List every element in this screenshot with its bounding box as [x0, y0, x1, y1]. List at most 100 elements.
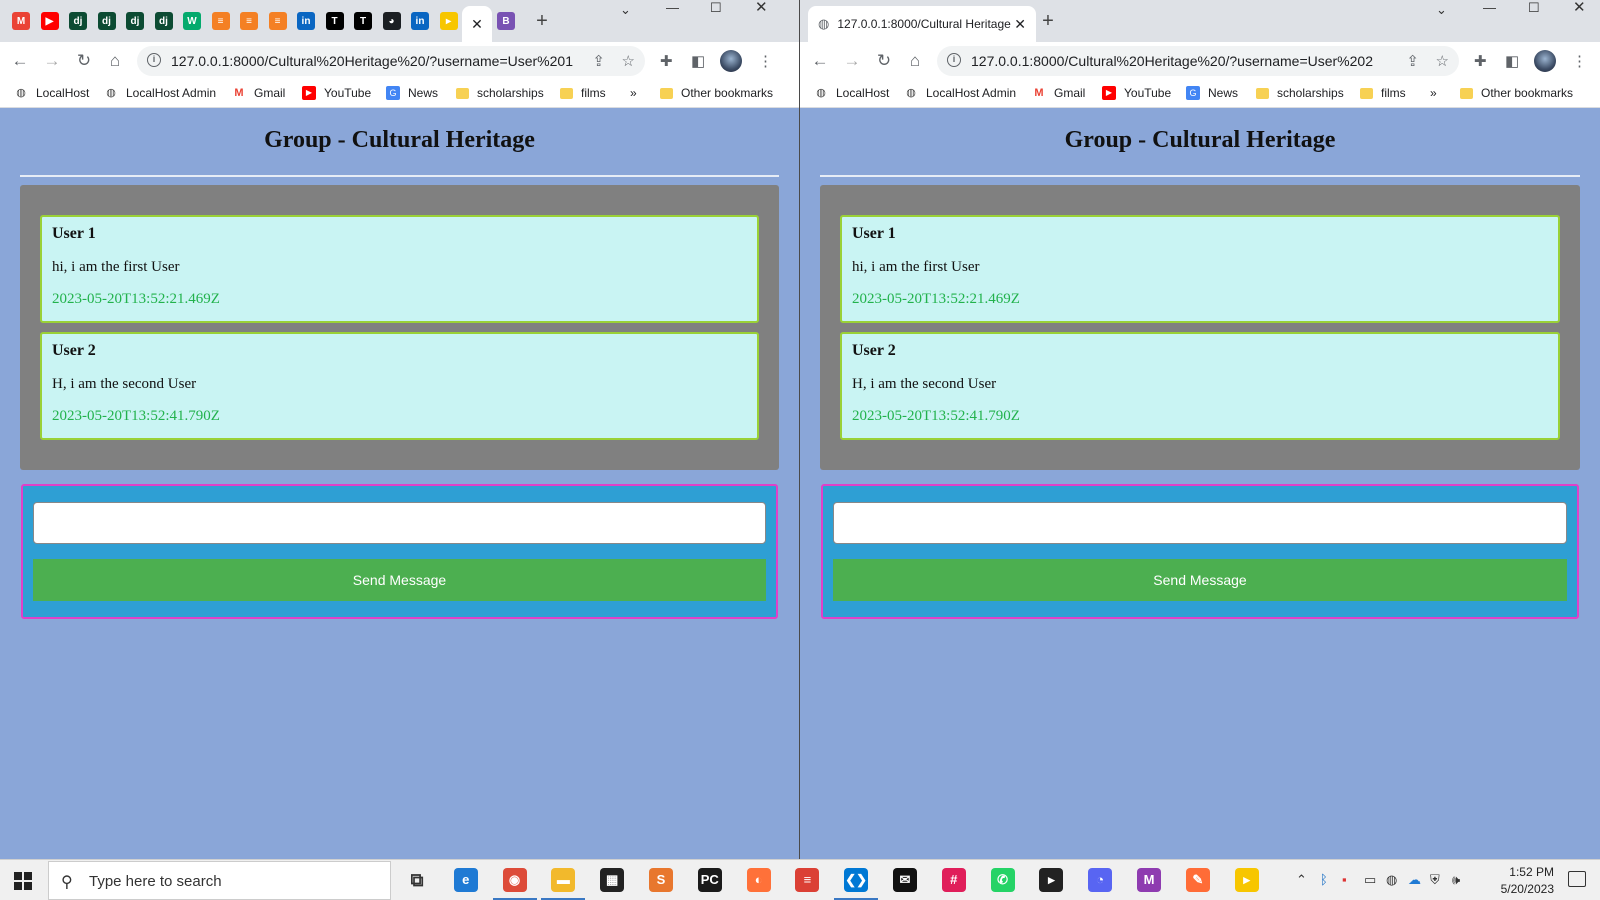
tab-search-icon[interactable]: ⌄	[1436, 2, 1447, 18]
menu-icon[interactable]: ⋮	[1572, 52, 1587, 70]
bookmark-item[interactable]: scholarships	[1256, 86, 1344, 100]
show-hidden-icons-icon[interactable]: ⌃	[1296, 872, 1307, 888]
bootstrap-icon[interactable]: B	[497, 12, 515, 30]
forward-icon[interactable]: →	[42, 51, 62, 71]
active-tab[interactable]: ✕	[462, 6, 492, 42]
profile-avatar[interactable]	[720, 50, 742, 72]
discord-icon[interactable]: ◔	[1088, 868, 1113, 892]
site-info-icon[interactable]: i	[947, 53, 961, 67]
whatsapp-icon[interactable]: ✆	[990, 868, 1015, 892]
file-explorer-icon[interactable]: ▬	[541, 868, 586, 900]
bookmarks-overflow-icon[interactable]: »	[1430, 86, 1437, 100]
mail-icon[interactable]: ✉	[893, 868, 917, 892]
medium-icon[interactable]: T	[354, 12, 372, 30]
vscode-icon[interactable]: ❮❯	[834, 868, 879, 900]
pycharm-icon[interactable]: PC	[697, 868, 722, 892]
other-bookmarks[interactable]: Other bookmarks	[1460, 86, 1573, 100]
forward-icon[interactable]: →	[842, 51, 862, 71]
app-tray-icon[interactable]: ▪	[1342, 872, 1347, 887]
postman-icon[interactable]: ✎	[1185, 868, 1210, 892]
side-panel-icon[interactable]: ◧	[691, 52, 705, 70]
site-info-icon[interactable]: i	[147, 53, 161, 67]
volume-icon[interactable]: 🕪	[1452, 872, 1460, 888]
sticky-icon[interactable]: ▸	[1039, 868, 1064, 892]
message-input[interactable]	[833, 502, 1567, 544]
bookmark-item[interactable]: ◍ LocalHost Admin	[904, 86, 1016, 100]
taskbar-search[interactable]: ⚲ Type here to search	[48, 861, 391, 900]
active-tab[interactable]: ◍ 127.0.0.1:8000/Cultural Heritage ✕	[808, 6, 1036, 42]
tab-search-icon[interactable]: ⌄	[620, 2, 631, 18]
django-icon[interactable]: dj	[97, 12, 116, 30]
side-panel-icon[interactable]: ◧	[1505, 52, 1519, 70]
maximize-button[interactable]: ☐	[710, 0, 722, 16]
bookmark-item[interactable]: ◍ LocalHost	[814, 86, 889, 100]
bookmark-item[interactable]: ▶ YouTube	[1102, 86, 1171, 100]
todoist-icon[interactable]: ≡	[795, 868, 820, 892]
new-tab-button[interactable]: +	[1036, 10, 1060, 34]
medium-icon[interactable]: T	[325, 12, 344, 30]
youtube-icon[interactable]: ▶	[40, 12, 59, 30]
close-window-button[interactable]: ✕	[755, 0, 768, 16]
gmail-icon[interactable]: M	[12, 12, 30, 30]
bluetooth-icon[interactable]: ᛒ	[1320, 872, 1328, 887]
profile-avatar[interactable]	[1534, 50, 1556, 72]
bookmark-item[interactable]: G News	[1186, 86, 1238, 100]
minimize-button[interactable]: —	[1483, 0, 1496, 16]
windows-start-icon[interactable]	[14, 872, 32, 890]
bookmark-item[interactable]: G News	[386, 86, 438, 100]
bookmark-item[interactable]: scholarships	[456, 86, 544, 100]
battery-icon[interactable]: ▭	[1364, 872, 1376, 888]
onedrive-icon[interactable]: ☁	[1408, 872, 1421, 888]
slack-icon[interactable]: #	[941, 868, 966, 892]
extensions-icon[interactable]: ✚	[1474, 52, 1487, 70]
bookmark-item[interactable]: M Gmail	[1032, 86, 1085, 100]
firefox-icon[interactable]: ◐	[746, 868, 771, 892]
store-icon[interactable]: ▦	[600, 868, 625, 892]
bookmark-item[interactable]: ▶ YouTube	[302, 86, 371, 100]
bookmarks-overflow-icon[interactable]: »	[630, 86, 637, 100]
security-icon[interactable]: ⛨	[1430, 872, 1440, 888]
send-message-button[interactable]: Send Message	[833, 559, 1567, 601]
address-bar[interactable]: i 127.0.0.1:8000/Cultural%20Heritage%20/…	[137, 46, 645, 76]
reload-icon[interactable]: ↻	[874, 51, 894, 71]
django-icon[interactable]: dj	[69, 12, 87, 30]
bookmark-item[interactable]: M Gmail	[232, 86, 285, 100]
linkedin-icon[interactable]: in	[297, 12, 315, 30]
stackoverflow-icon[interactable]: ≡	[268, 12, 287, 30]
sublime-icon[interactable]: S	[649, 868, 673, 892]
bookmark-item[interactable]: films	[560, 86, 606, 100]
notifications-icon[interactable]	[1568, 871, 1586, 887]
system-clock[interactable]: 1:52 PM 5/20/2023	[1501, 864, 1554, 898]
django-icon[interactable]: dj	[126, 12, 144, 30]
bookmark-item[interactable]: ◍ LocalHost Admin	[104, 86, 216, 100]
github-icon[interactable]: ◕	[382, 12, 401, 30]
new-tab-button[interactable]: +	[530, 10, 554, 34]
m-app-icon[interactable]: M	[1137, 868, 1161, 892]
stickies-icon[interactable]: ▸	[1234, 868, 1259, 892]
send-message-button[interactable]: Send Message	[33, 559, 766, 601]
home-icon[interactable]: ⌂	[105, 51, 125, 71]
task-view-icon[interactable]: ⧉	[405, 868, 429, 892]
django-icon[interactable]: dj	[154, 12, 173, 30]
close-tab-icon[interactable]: ✕	[471, 16, 483, 33]
bookmark-star-icon[interactable]: ☆	[1436, 52, 1449, 70]
linkedin-icon[interactable]: in	[411, 12, 429, 30]
maximize-button[interactable]: ☐	[1528, 0, 1540, 16]
bookmark-item[interactable]: films	[1360, 86, 1406, 100]
reload-icon[interactable]: ↻	[74, 51, 94, 71]
edge-icon[interactable]: e	[453, 868, 478, 892]
bookmark-star-icon[interactable]: ☆	[622, 52, 635, 70]
address-bar[interactable]: i 127.0.0.1:8000/Cultural%20Heritage%20/…	[937, 46, 1459, 76]
extensions-icon[interactable]: ✚	[660, 52, 673, 70]
share-icon[interactable]: ⇪	[1406, 52, 1419, 70]
close-tab-icon[interactable]: ✕	[1014, 16, 1026, 33]
stackoverflow-icon[interactable]: ≡	[240, 12, 258, 30]
w3schools-icon[interactable]: W	[183, 12, 201, 30]
menu-icon[interactable]: ⋮	[758, 52, 773, 70]
sticky-icon[interactable]: ▸	[439, 12, 458, 30]
back-icon[interactable]: ←	[810, 51, 830, 71]
stackoverflow-icon[interactable]: ≡	[211, 12, 230, 30]
message-input[interactable]	[33, 502, 766, 544]
share-icon[interactable]: ⇪	[592, 52, 605, 70]
other-bookmarks[interactable]: Other bookmarks	[660, 86, 773, 100]
